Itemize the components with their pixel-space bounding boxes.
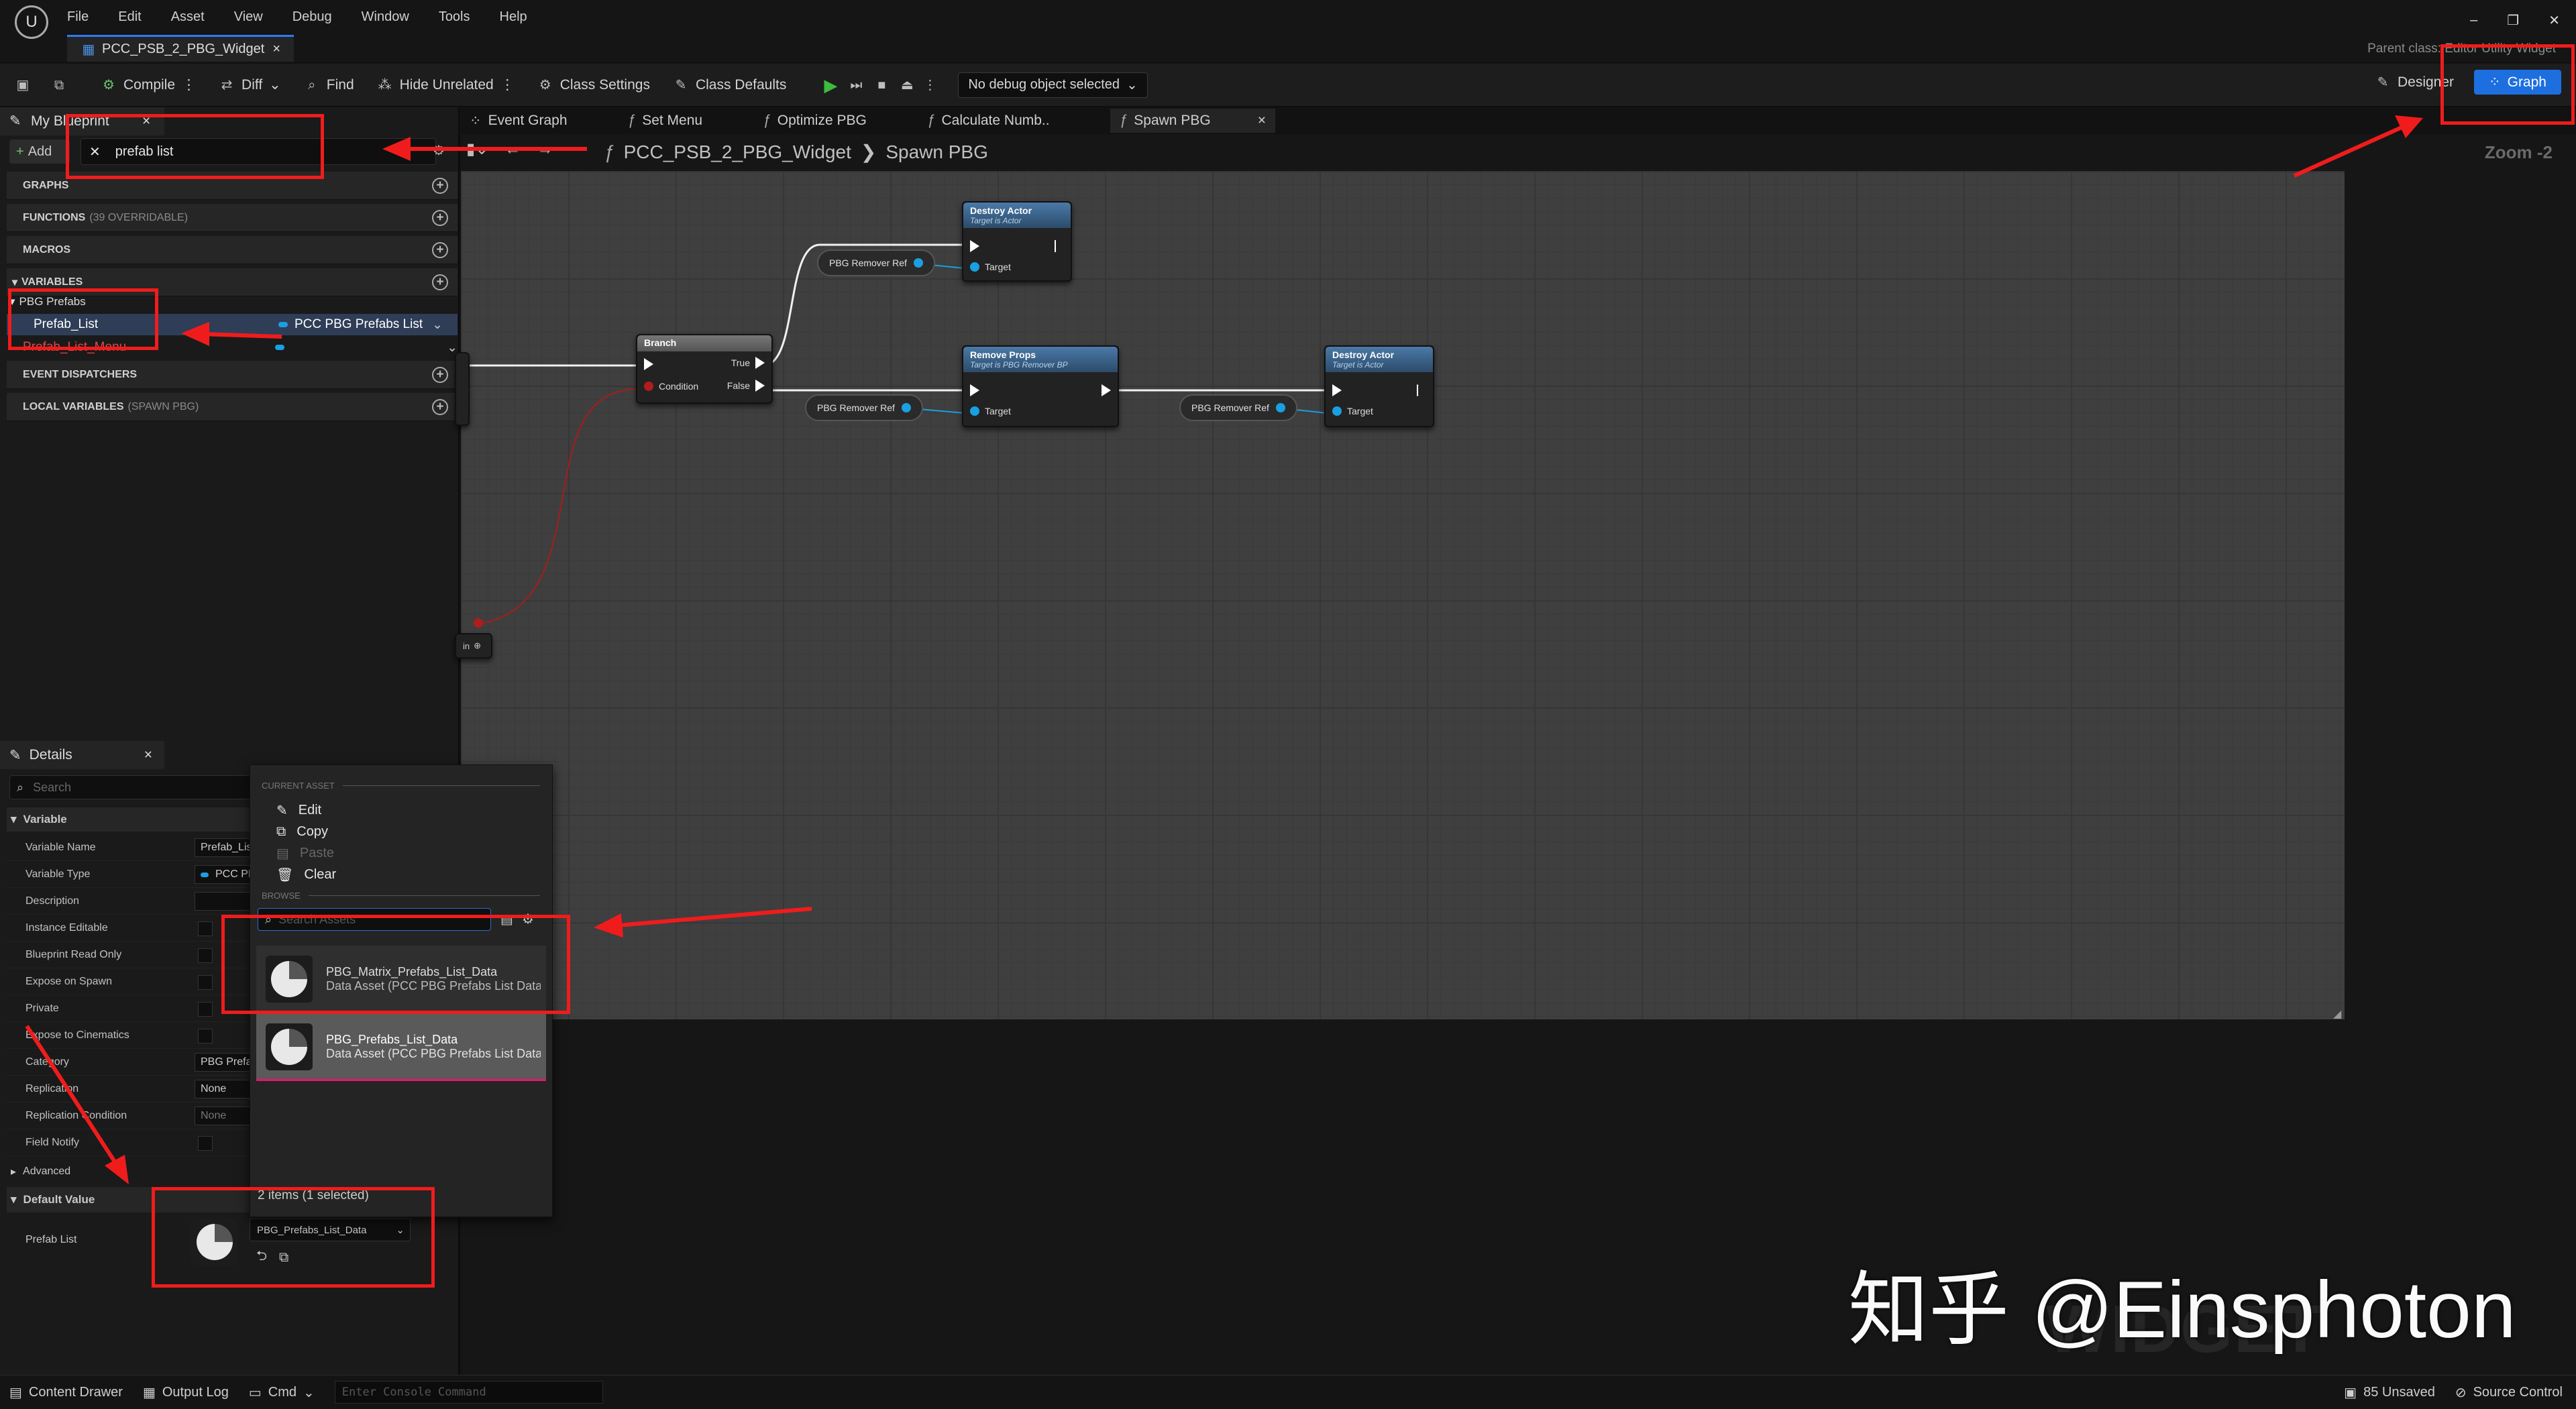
terminal-icon: ▭ <box>248 1385 262 1400</box>
source-control-button[interactable]: ⊘ Source Control <box>2455 1384 2563 1401</box>
content-drawer-icon: ▤ <box>9 1385 22 1400</box>
console-command-input[interactable]: Enter Console Command <box>334 1381 603 1404</box>
output-log-icon: ▦ <box>142 1385 156 1400</box>
annotation-arrows <box>25 115 2423 1184</box>
cmd-select[interactable]: ▭ Cmd ⌄ <box>249 1384 315 1401</box>
output-log-button[interactable]: ▦ Output Log <box>143 1384 229 1401</box>
save-icon: ▣ <box>2344 1385 2357 1400</box>
unsaved-indicator[interactable]: ▣ 85 Unsaved <box>2344 1384 2435 1401</box>
source-control-icon: ⊘ <box>2455 1385 2467 1400</box>
status-bar: ▤ Content Drawer ▦ Output Log ▭ Cmd ⌄ Enter … <box>0 1375 2576 1409</box>
content-drawer-button[interactable]: ▤ Content Drawer <box>9 1384 123 1401</box>
